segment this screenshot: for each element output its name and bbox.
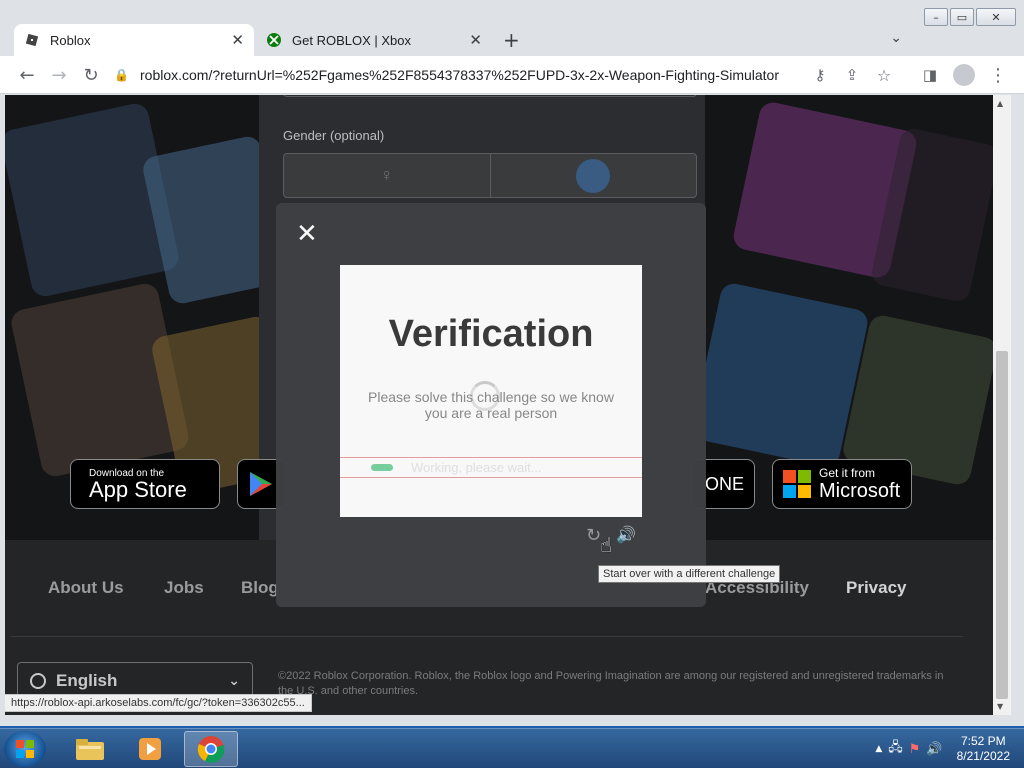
media-player-icon <box>139 738 161 760</box>
back-icon[interactable]: ← <box>13 61 41 89</box>
tab-title: Roblox <box>50 32 91 48</box>
challenge-frame: Verification Please solve this challenge… <box>340 265 642 517</box>
start-button[interactable] <box>4 731 46 767</box>
close-tab-icon[interactable]: ✕ <box>231 31 244 49</box>
xbox-badge-text: ONE <box>704 474 744 494</box>
url-text: roblox.com/?returnUrl=%252Fgames%252F855… <box>140 67 780 83</box>
taskbar-explorer-button[interactable] <box>63 731 117 767</box>
footer-divider <box>11 636 963 637</box>
male-icon <box>576 158 611 193</box>
page-viewport: Gender (optional) ♀ Download on the App … <box>5 95 993 715</box>
clock-time: 7:52 PM <box>960 734 1006 748</box>
share-icon[interactable]: ⇪ <box>838 61 866 89</box>
clock[interactable]: 7:52 PM 8/21/2022 <box>957 734 1010 764</box>
toolbar-right: ◨ ⋮ <box>916 61 1012 89</box>
reload-icon[interactable]: ↻ <box>77 61 105 89</box>
app-store-big-text: App Store <box>89 476 187 502</box>
verification-modal: ✕ Verification Please solve this challen… <box>276 203 706 607</box>
microsoft-logo-icon <box>783 470 811 498</box>
tab-title: Get ROBLOX | Xbox <box>292 32 411 48</box>
tab-strip: Roblox ✕ Get ROBLOX | Xbox ✕ + ⌄ <box>0 24 1024 56</box>
folder-icon <box>76 739 104 760</box>
gender-label: Gender (optional) <box>283 128 385 143</box>
scroll-up-icon[interactable]: ▲ <box>997 99 1003 108</box>
address-bar-icons: ⚷ ⇪ ☆ <box>806 61 898 89</box>
address-bar[interactable]: 🔒 roblox.com/?returnUrl=%252Fgames%252F8… <box>114 60 904 90</box>
tab-roblox[interactable]: Roblox ✕ <box>14 24 254 56</box>
app-store-badge[interactable]: Download on the App Store <box>70 459 220 509</box>
network-icon[interactable]: 🖧 <box>888 738 903 760</box>
browser-toolbar: ← → ↻ 🔒 roblox.com/?returnUrl=%252Fgames… <box>0 56 1024 94</box>
chevron-down-icon: ⌄ <box>228 673 240 689</box>
footer-link-blog[interactable]: Blog <box>241 578 279 598</box>
refresh-icon[interactable]: ↻ <box>586 525 601 546</box>
microsoft-big-text: Microsoft <box>819 479 901 502</box>
forward-icon[interactable]: → <box>45 61 73 89</box>
tray-expand-icon[interactable]: ▲ <box>875 744 882 754</box>
hand-cursor-icon: ☝ <box>600 533 613 557</box>
taskbar-media-player-button[interactable] <box>123 731 177 767</box>
scroll-thumb[interactable] <box>996 351 1008 699</box>
challenge-description: Please solve this challenge so we know y… <box>368 389 614 421</box>
profile-button[interactable] <box>950 61 978 89</box>
page-scrollbar[interactable]: ▲ ▼ <box>993 95 1011 715</box>
gender-selector: ♀ <box>283 153 697 198</box>
gender-female-button[interactable]: ♀ <box>284 154 490 197</box>
status-bar-url: https://roblox-api.arkoselabs.com/fc/gc/… <box>5 694 312 712</box>
footer-link-about[interactable]: About Us <box>48 578 124 598</box>
progress-indicator <box>371 464 393 471</box>
bookmark-star-icon[interactable]: ☆ <box>870 61 898 89</box>
windows-logo-icon <box>16 740 34 758</box>
challenge-title: Verification <box>388 313 594 355</box>
modal-close-icon[interactable]: ✕ <box>296 221 318 247</box>
gender-male-button[interactable] <box>489 154 697 197</box>
avatar <box>953 64 975 86</box>
xbox-favicon-icon <box>266 32 282 48</box>
language-value: English <box>56 671 118 690</box>
volume-icon[interactable]: 🔊 <box>926 742 942 757</box>
clock-date: 8/21/2022 <box>956 749 1010 763</box>
close-tab-icon[interactable]: ✕ <box>469 31 482 49</box>
tab-search-chevron-icon[interactable]: ⌄ <box>890 30 902 46</box>
progress-row: Working, please wait... <box>340 457 642 478</box>
scroll-down-icon[interactable]: ▼ <box>997 702 1003 711</box>
microsoft-small-text: Get it from <box>819 465 876 480</box>
tab-xbox[interactable]: Get ROBLOX | Xbox ✕ <box>256 24 492 56</box>
audio-icon[interactable]: 🔊 <box>616 525 636 544</box>
menu-kebab-icon[interactable]: ⋮ <box>984 61 1012 89</box>
footer-link-privacy[interactable]: Privacy <box>846 578 907 598</box>
google-play-icon <box>250 472 272 496</box>
tooltip: Start over with a different challenge <box>598 565 781 583</box>
system-tray: ▲ 🖧 ⚑ 🔊 7:52 PM 8/21/2022 <box>875 729 1010 768</box>
new-tab-button[interactable]: + <box>503 28 520 52</box>
chrome-icon <box>197 736 225 763</box>
taskbar-chrome-button[interactable] <box>184 731 238 767</box>
globe-icon <box>30 673 46 689</box>
action-center-flag-icon[interactable]: ⚑ <box>909 742 921 757</box>
roblox-favicon-icon <box>24 32 40 48</box>
progress-text: Working, please wait... <box>411 460 542 475</box>
microsoft-store-badge[interactable]: Get it from Microsoft <box>772 459 912 509</box>
taskbar: ▲ 🖧 ⚑ 🔊 7:52 PM 8/21/2022 <box>0 728 1024 768</box>
female-icon: ♀ <box>380 165 394 185</box>
side-panel-icon[interactable]: ◨ <box>916 61 944 89</box>
footer-link-jobs[interactable]: Jobs <box>164 578 204 598</box>
copyright-text: ©2022 Roblox Corporation. Roblox, the Ro… <box>278 670 944 697</box>
birthday-field[interactable] <box>283 95 697 97</box>
key-icon[interactable]: ⚷ <box>806 61 834 89</box>
lock-icon: 🔒 <box>114 68 129 82</box>
